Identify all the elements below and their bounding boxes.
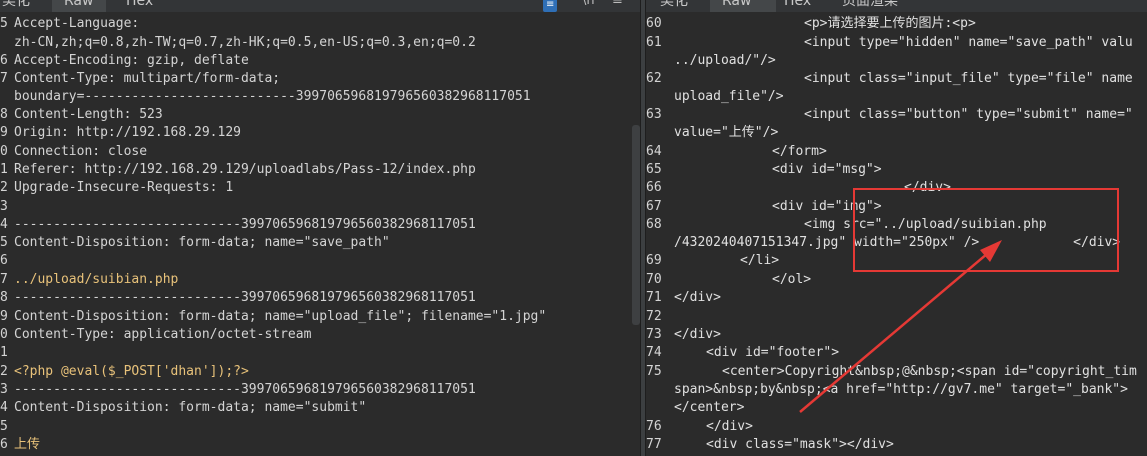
annotation-arrow-icon (799, 240, 1002, 413)
